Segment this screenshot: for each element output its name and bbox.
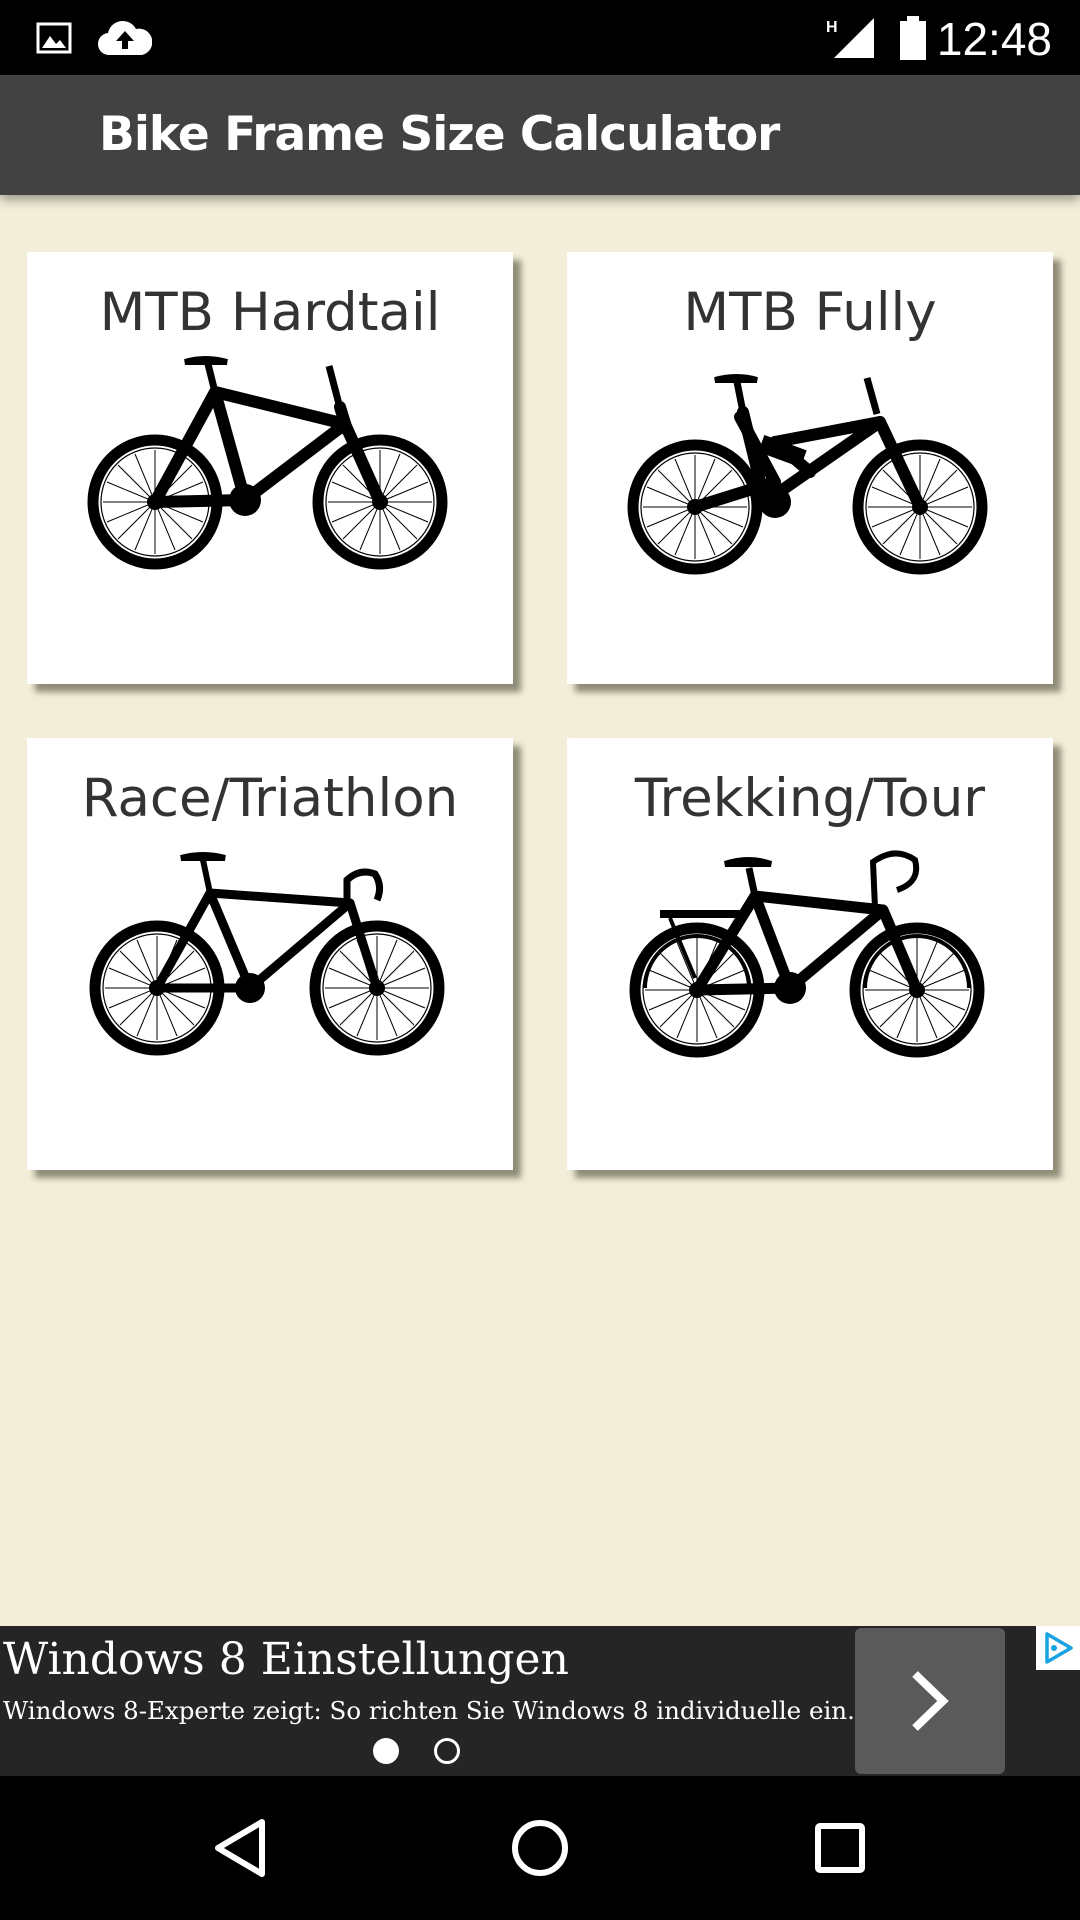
image-icon xyxy=(36,0,72,75)
back-button[interactable] xyxy=(170,1776,310,1920)
bike-card-label: MTB Fully xyxy=(683,282,937,343)
ad-open-button[interactable] xyxy=(855,1628,1005,1774)
status-time: 12:48 xyxy=(936,13,1052,65)
hardtail-bike-icon xyxy=(85,356,455,582)
signal-h-icon: H xyxy=(824,0,876,75)
bike-card-race-triathlon[interactable]: Race/Triathlon xyxy=(27,738,513,1170)
ad-choices-icon[interactable] xyxy=(1036,1626,1080,1670)
trekking-bike-icon xyxy=(625,850,995,1068)
navigation-bar xyxy=(0,1776,1080,1920)
bike-card-trekking-tour[interactable]: Trekking/Tour xyxy=(567,738,1053,1170)
back-icon xyxy=(215,1819,265,1877)
ad-description[interactable]: Windows 8-Experte zeigt: So richten Sie … xyxy=(3,1696,855,1725)
recents-icon xyxy=(815,1823,865,1873)
svg-text:H: H xyxy=(826,19,838,36)
bike-card-mtb-fully[interactable]: MTB Fully xyxy=(567,252,1053,684)
ad-title[interactable]: Windows 8 Einstellungen xyxy=(3,1634,569,1685)
page-title: Bike Frame Size Calculator xyxy=(99,107,780,162)
ad-banner[interactable]: Windows 8 Einstellungen Windows 8-Expert… xyxy=(0,1626,1080,1776)
road-bike-icon xyxy=(85,852,455,1068)
status-bar: H 12:48 xyxy=(0,0,1080,75)
cloud-upload-icon xyxy=(98,0,152,75)
bike-card-label: Trekking/Tour xyxy=(634,768,986,829)
recents-button[interactable] xyxy=(770,1776,910,1920)
bike-card-mtb-hardtail[interactable]: MTB Hardtail xyxy=(27,252,513,684)
bike-card-label: MTB Hardtail xyxy=(99,282,441,343)
battery-icon xyxy=(898,0,928,75)
ad-page-indicator-active xyxy=(373,1738,399,1764)
app-bar: Bike Frame Size Calculator xyxy=(0,75,1080,195)
bike-card-label: Race/Triathlon xyxy=(81,768,459,829)
ad-page-indicator xyxy=(434,1738,460,1764)
chevron-right-icon xyxy=(912,1671,949,1731)
home-icon xyxy=(512,1820,568,1876)
full-suspension-bike-icon xyxy=(625,374,995,582)
home-button[interactable] xyxy=(470,1776,610,1920)
